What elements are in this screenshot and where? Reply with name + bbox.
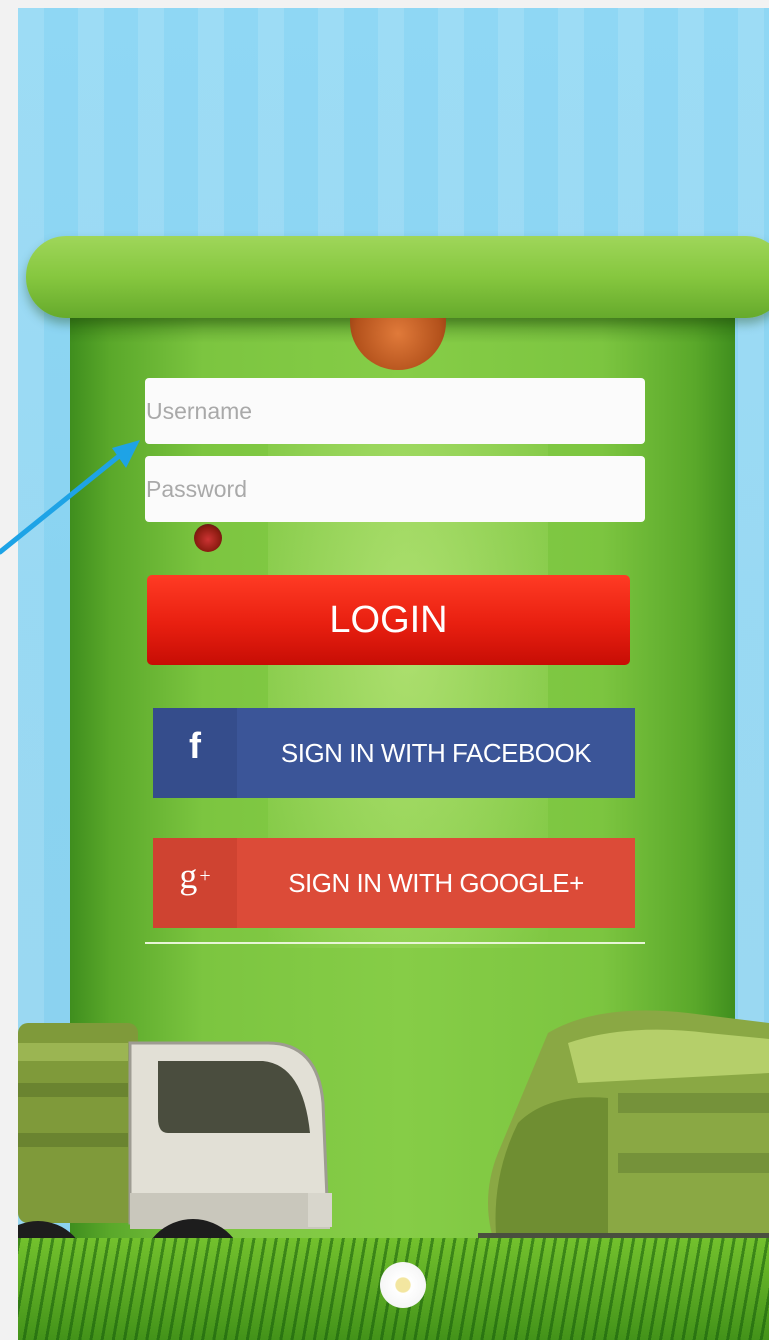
google-signin-label: SIGN IN WITH GOOGLE+: [288, 867, 584, 898]
username-input[interactable]: [145, 378, 645, 444]
google-signin-button[interactable]: g + SIGN IN WITH GOOGLE+: [153, 838, 635, 928]
login-screen: LOGIN f SIGN IN WITH FACEBOOK g+ SIGN IN…: [18, 8, 769, 1340]
form-divider: [145, 942, 645, 944]
password-input[interactable]: [145, 456, 645, 522]
google-plus-icon: g +: [153, 838, 237, 928]
login-button[interactable]: LOGIN: [147, 575, 630, 665]
trash-bin-lid: [26, 236, 769, 318]
facebook-icon: f: [153, 708, 237, 798]
facebook-signin-label: SIGN IN WITH FACEBOOK: [280, 737, 592, 768]
daisy-flower-icon: [380, 1262, 426, 1308]
google-plus-icon-plus: +: [199, 864, 211, 887]
google-plus-icon-glyph: g: [179, 856, 198, 896]
ladybug-icon: [194, 524, 222, 552]
facebook-signin-button[interactable]: f SIGN IN WITH FACEBOOK: [153, 708, 635, 798]
facebook-icon-glyph: f: [189, 725, 201, 766]
